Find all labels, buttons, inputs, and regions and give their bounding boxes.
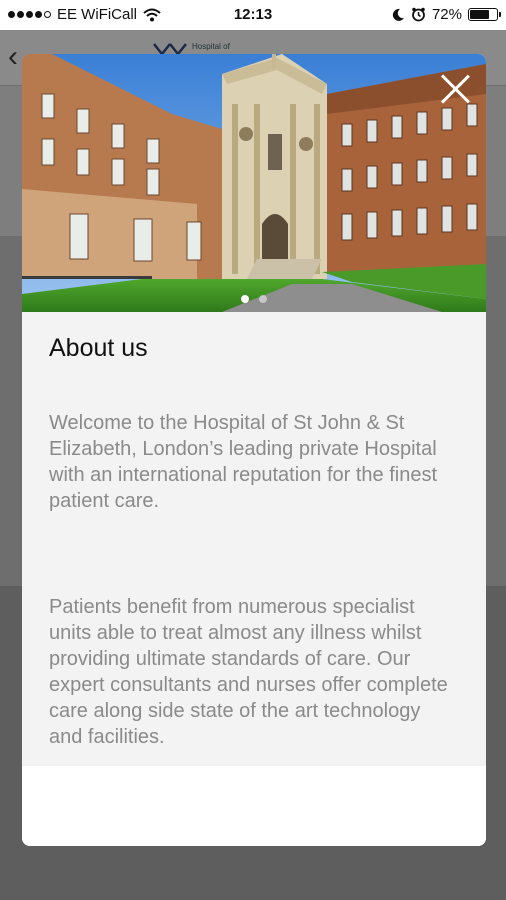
- hero-image-carousel[interactable]: [22, 54, 486, 312]
- logo-text: Hospital of: [192, 42, 230, 51]
- status-bar: EE WiFiCall 12:13 72%: [0, 0, 506, 30]
- battery-fill: [470, 10, 489, 19]
- carousel-pager: [22, 295, 486, 303]
- about-paragraph-2: Patients benefit from numerous specialis…: [49, 596, 448, 748]
- battery-icon: [468, 8, 501, 21]
- chevron-left-icon[interactable]: ‹: [8, 40, 18, 74]
- carousel-dot[interactable]: [259, 295, 267, 303]
- battery-percent: 72%: [431, 6, 462, 23]
- modal-title: About us: [49, 334, 148, 362]
- alarm-icon: [412, 7, 425, 22]
- about-us-content[interactable]: About us Welcome to the Hospital of St J…: [22, 312, 486, 766]
- close-icon[interactable]: [438, 72, 472, 106]
- carousel-dot-active[interactable]: [241, 295, 249, 303]
- status-right: 72%: [391, 6, 501, 23]
- hospital-building-image: [22, 54, 486, 312]
- moon-icon: [392, 8, 404, 21]
- about-paragraph-1: Welcome to the Hospital of St John & St …: [49, 412, 438, 512]
- modal-footer: [22, 766, 486, 846]
- about-us-modal: About us Welcome to the Hospital of St J…: [22, 54, 486, 846]
